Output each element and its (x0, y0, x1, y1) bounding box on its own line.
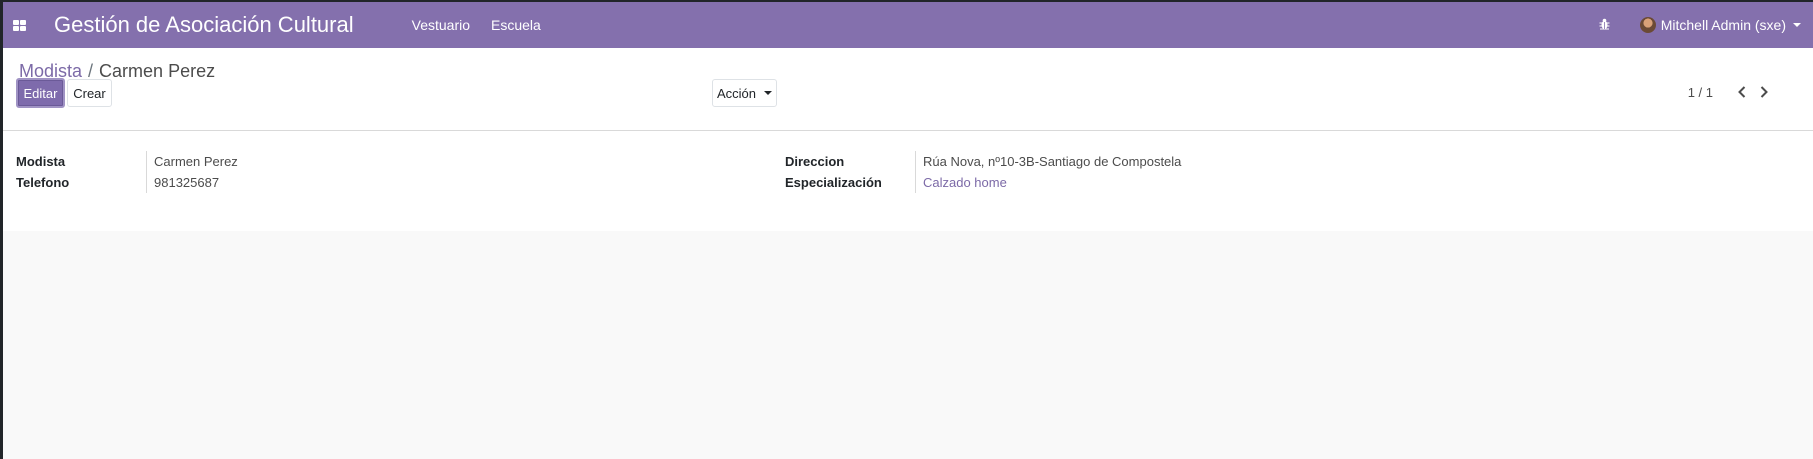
form-sheet: Modista Carmen Perez Telefono 981325687 … (3, 131, 1813, 231)
control-panel: Modista / Carmen Perez Editar Crear Acci… (3, 48, 1813, 131)
field-value-modista: Carmen Perez (146, 151, 238, 172)
field-value-telefono: 981325687 (146, 172, 219, 193)
user-menu[interactable]: Mitchell Admin (sxe) (1639, 17, 1801, 33)
field-label-especializacion: Especialización (785, 175, 882, 190)
window-border-top (0, 0, 1813, 2)
field-label-modista: Modista (16, 154, 66, 169)
bug-icon[interactable] (1599, 17, 1610, 34)
field-row-telefono: Telefono 981325687 (16, 172, 238, 193)
action-dropdown-label: Acción (716, 85, 757, 101)
action-dropdown-button[interactable]: Acción (712, 79, 777, 107)
field-row-modista: Modista Carmen Perez (16, 151, 238, 172)
form-group-right: Direccion Rúa Nova, nº10-3B-Santiago de … (785, 151, 1181, 193)
menu-item-vestuario[interactable]: Vestuario (412, 17, 470, 33)
pager: 1 / 1 (1688, 84, 1771, 100)
apps-grid-icon[interactable] (13, 19, 26, 31)
create-button[interactable]: Crear (67, 79, 112, 107)
app-brand[interactable]: Gestión de Asociación Cultural (54, 12, 354, 38)
pager-value[interactable]: 1 / 1 (1688, 85, 1713, 100)
chevron-right-icon[interactable] (1757, 84, 1771, 100)
top-navbar: Gestión de Asociación Cultural Vestuario… (3, 2, 1813, 48)
navbar-systray: Mitchell Admin (sxe) (1599, 17, 1801, 34)
field-label-telefono: Telefono (16, 175, 70, 190)
caret-down-icon (764, 91, 773, 95)
chevron-left-icon[interactable] (1735, 84, 1749, 100)
window-border-left (0, 0, 3, 459)
form-group-left: Modista Carmen Perez Telefono 981325687 (16, 151, 238, 193)
breadcrumb-current: Carmen Perez (99, 61, 216, 81)
user-name: Mitchell Admin (sxe) (1660, 17, 1786, 33)
avatar (1639, 17, 1656, 33)
chevron-down-icon (1793, 23, 1801, 27)
field-row-especializacion: Especialización Calzado home (785, 172, 1181, 193)
field-row-direccion: Direccion Rúa Nova, nº10-3B-Santiago de … (785, 151, 1181, 172)
edit-button[interactable]: Editar (16, 78, 65, 108)
field-label-direccion: Direccion (785, 154, 845, 169)
menu-item-escuela[interactable]: Escuela (491, 17, 541, 33)
field-value-direccion: Rúa Nova, nº10-3B-Santiago de Compostela (915, 151, 1181, 172)
main-menu: Vestuario Escuela (412, 17, 562, 33)
especializacion-link[interactable]: Calzado home (915, 172, 1007, 193)
